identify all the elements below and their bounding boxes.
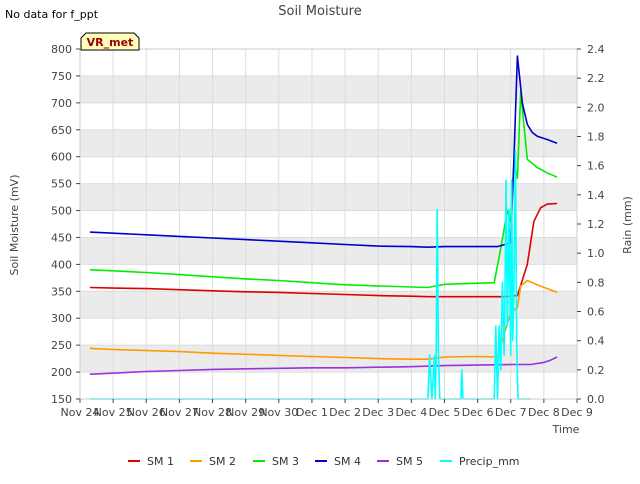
x-tick-label: Dec 2 [329,406,361,419]
legend-label-precip-mm: Precip_mm [459,455,520,468]
grid-band [80,75,577,103]
x-tick-label: Nov 30 [259,406,298,419]
no-data-note: No data for f_ppt [5,8,99,21]
legend-label-sm-5: SM 5 [396,455,423,468]
y-tick-label: 600 [51,151,72,164]
y2-tick-label: 0.2 [587,364,605,377]
y-tick-label: 800 [51,43,72,56]
x-tick-label: Dec 9 [561,406,593,419]
y-tick-label: 350 [51,285,72,298]
y2-tick-label: 1.4 [587,189,605,202]
x-tick-label: Dec 4 [395,406,427,419]
y-tick-label: 250 [51,339,72,352]
y2-tick-label: 0.8 [587,276,605,289]
y-tick-label: 750 [51,70,72,83]
x-tick-label: Dec 8 [528,406,560,419]
y-tick-label: 300 [51,312,72,325]
badge-label: VR_met [87,36,134,49]
vr-met-badge: VR_met [80,32,140,51]
grid-band [80,129,577,157]
y2-tick-label: 2.4 [587,43,605,56]
y2-tick-label: 1.2 [587,218,605,231]
y2-axis: 0.0 0.2 0.4 0.6 0.8 1.0 1.2 1.4 1.6 1.8 2.0 2.2 2.4 [577,43,605,406]
y2-tick-label: 0.4 [587,335,605,348]
x-axis: Nov 24Nov 25Nov 26Nov 27Nov 28Nov 29Nov … [61,399,593,419]
y2-tick-label: 1.8 [587,131,605,144]
x-tick-label: Dec 5 [429,406,461,419]
y2-tick-label: 1.6 [587,160,605,173]
y-tick-label: 200 [51,366,72,379]
legend-label-sm-3: SM 3 [272,455,299,468]
y-tick-label: 150 [51,393,72,406]
y2-tick-label: 2.2 [587,72,605,85]
x-tick-label: Dec 1 [296,406,328,419]
x-tick-label: Dec 7 [495,406,527,419]
y-tick-label: 450 [51,231,72,244]
y2-tick-label: 2.0 [587,101,605,114]
y-axis-label: Soil Moisture (mV) [8,175,21,276]
chart-svg: Nov 24Nov 25Nov 26Nov 27Nov 28Nov 29Nov … [5,4,634,468]
legend: SM 1 SM 2 SM 3 SM 4 SM 5 Precip_mm [128,455,520,468]
y-tick-label: 400 [51,258,72,271]
chart-title: Soil Moisture [278,4,362,19]
y-axis: 150 200 250 300 350 400 450 500 550 600 650 700 750 8… [51,43,80,406]
legend-label-sm-4: SM 4 [334,455,361,468]
y-tick-label: 650 [51,124,72,137]
grid-band [80,183,577,211]
y-tick-label: 500 [51,205,72,218]
y2-axis-label: Rain (mm) [621,196,634,254]
x-tick-label: Dec 6 [462,406,494,419]
y2-tick-label: 1.0 [587,247,605,260]
plot-bands [80,49,577,399]
legend-label-sm-1: SM 1 [147,455,174,468]
x-axis-label: Time [552,423,580,436]
x-tick-label: Dec 3 [362,406,394,419]
chart-figure: Nov 24 Nov 25 Nov 26 Nov 27 Nov 28 Nov 29 Nov … [0,0,640,480]
legend-label-sm-2: SM 2 [209,455,236,468]
y2-tick-label: 0.0 [587,393,605,406]
y2-tick-label: 0.6 [587,306,605,319]
y-tick-label: 550 [51,178,72,191]
y-tick-label: 700 [51,97,72,110]
